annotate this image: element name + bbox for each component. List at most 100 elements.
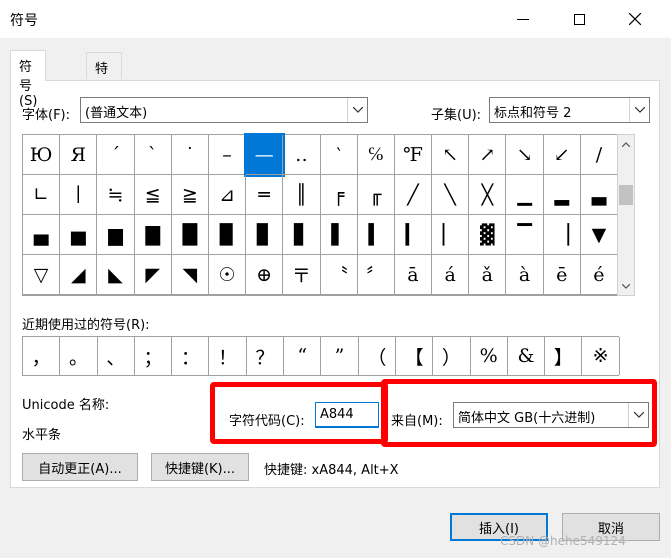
recent-symbol-cell[interactable]: ”: [321, 337, 359, 375]
symbol-cell[interactable]: ˊ: [97, 135, 135, 175]
symbol-cell[interactable]: ▆: [97, 215, 135, 255]
minimize-icon: [517, 18, 529, 20]
symbol-cell[interactable]: ◤: [134, 255, 172, 295]
symbol-cell[interactable]: Я: [60, 135, 98, 175]
symbol-cell[interactable]: ∣: [60, 175, 98, 215]
tab-symbols[interactable]: 符号(S): [10, 50, 47, 109]
symbol-cell[interactable]: ▂: [543, 175, 581, 215]
recent-symbol-cell[interactable]: ！: [209, 337, 247, 375]
symbol-cell[interactable]: ∕: [580, 135, 618, 175]
title-bar: 符号: [0, 0, 671, 38]
symbol-cell[interactable]: █: [171, 215, 209, 255]
symbol-cell[interactable]: ≒: [97, 175, 135, 215]
symbol-cell[interactable]: –: [208, 135, 247, 175]
symbol-cell[interactable]: 〞: [357, 255, 395, 295]
recent-symbol-cell[interactable]: ；: [135, 337, 173, 375]
symbol-cell[interactable]: ▃: [580, 175, 618, 215]
shortcut-key-button[interactable]: 快捷键(K)...: [151, 453, 249, 481]
symbol-cell[interactable]: ↙: [543, 135, 581, 175]
symbol-cell[interactable]: ▎: [394, 215, 433, 255]
symbol-cell[interactable]: ▔: [506, 215, 544, 255]
close-button[interactable]: [612, 4, 658, 34]
symbol-cell[interactable]: ▍: [357, 215, 395, 255]
symbol-cell[interactable]: ▏: [432, 215, 470, 255]
recent-symbol-cell[interactable]: ，: [23, 337, 61, 375]
symbol-cell[interactable]: ˙: [171, 135, 209, 175]
font-select-value: (普通文本): [85, 106, 148, 121]
symbol-cell[interactable]: ╳: [469, 175, 507, 215]
subset-select[interactable]: 标点和符号 2: [489, 97, 650, 123]
symbol-cell[interactable]: ǎ: [469, 255, 507, 295]
symbol-cell[interactable]: ˋ: [134, 135, 172, 175]
symbol-cell[interactable]: ↘: [506, 135, 544, 175]
recent-symbol-cell[interactable]: 【: [396, 337, 434, 375]
symbol-cell[interactable]: —: [244, 133, 286, 177]
minimize-button[interactable]: [500, 4, 546, 34]
char-code-input[interactable]: A844: [315, 402, 379, 428]
symbol-cell[interactable]: ▋: [283, 215, 321, 255]
symbol-cell[interactable]: ↗: [469, 135, 507, 175]
maximize-button[interactable]: [556, 4, 602, 34]
symbol-cell[interactable]: á: [432, 255, 470, 295]
symbol-cell[interactable]: 〒: [283, 255, 321, 295]
recent-symbol-cell[interactable]: （: [359, 337, 396, 375]
symbol-cell[interactable]: ▽: [23, 255, 61, 295]
symbol-cell[interactable]: ⊿: [208, 175, 247, 215]
scrollbar-thumb[interactable]: [619, 185, 633, 205]
symbol-cell[interactable]: Ю: [23, 135, 61, 175]
symbol-cell[interactable]: ╓: [357, 175, 395, 215]
symbol-cell[interactable]: ▇: [134, 215, 172, 255]
recent-symbol-cell[interactable]: ？: [247, 337, 285, 375]
symbol-cell[interactable]: ≦: [134, 175, 172, 215]
chevron-down-icon[interactable]: [618, 277, 634, 295]
symbol-cell[interactable]: ℉: [394, 135, 433, 175]
recent-symbol-cell[interactable]: “: [284, 337, 322, 375]
symbol-cell[interactable]: ╲: [432, 175, 470, 215]
symbol-cell[interactable]: ╱: [394, 175, 433, 215]
symbol-cell[interactable]: ē: [543, 255, 581, 295]
recent-symbol-cell[interactable]: ※: [582, 337, 620, 375]
symbol-cell[interactable]: ╒: [320, 175, 358, 215]
recent-symbol-cell[interactable]: %: [471, 337, 508, 375]
symbol-cell[interactable]: ║: [283, 175, 321, 215]
recent-symbol-cell[interactable]: &: [508, 337, 546, 375]
symbol-cell[interactable]: ◣: [97, 255, 135, 295]
symbol-cell[interactable]: ▊: [246, 215, 284, 255]
symbol-cell[interactable]: à: [506, 255, 544, 295]
recent-symbol-cell[interactable]: 。: [60, 337, 98, 375]
symbol-cell[interactable]: ▁: [506, 175, 544, 215]
symbol-cell[interactable]: ℅: [357, 135, 395, 175]
symbol-cell[interactable]: ◢: [60, 255, 98, 295]
symbol-cell[interactable]: ▼: [580, 215, 618, 255]
symbol-cell[interactable]: ⊕: [246, 255, 284, 295]
symbol-cell[interactable]: ‥: [283, 135, 321, 175]
font-select[interactable]: (普通文本): [80, 97, 368, 123]
symbol-cell[interactable]: ═: [246, 175, 284, 215]
recent-symbol-cell[interactable]: ：: [172, 337, 210, 375]
symbol-grid-scrollbar[interactable]: [617, 134, 635, 296]
subset-select-value: 标点和符号 2: [494, 106, 572, 121]
symbol-cell[interactable]: ☉: [208, 255, 247, 295]
symbol-cell[interactable]: ▉: [208, 215, 247, 255]
chevron-up-icon[interactable]: [618, 135, 634, 153]
symbol-cell[interactable]: ▅: [60, 215, 98, 255]
symbol-cell[interactable]: ▄: [23, 215, 61, 255]
symbol-grid: Ю Я ˊ ˋ ˙ – — ‥ ‵ ℅ ℉ ↖ ↗ ↘ ↙ ∕ ∟ ∣ ≒ ≦ ≧ ⊿ ═ ║ ╒ ╓ ╱ ╲ ╳ ▁ ▂ ▃ ▄ ▅ ▆ ▇ █ ▉ ▊ ▋…: [22, 133, 618, 296]
symbol-cell[interactable]: ‵: [320, 135, 358, 175]
symbol-cell[interactable]: ▕: [543, 215, 581, 255]
recent-symbol-cell[interactable]: 】: [545, 337, 583, 375]
symbol-cell[interactable]: ▌: [320, 215, 358, 255]
tab-special-characters[interactable]: 特殊字符(P): [86, 52, 122, 149]
symbol-cell[interactable]: ā: [394, 255, 433, 295]
symbol-cell[interactable]: ◥: [171, 255, 209, 295]
symbol-cell[interactable]: ∟: [23, 175, 61, 215]
symbol-cell[interactable]: 〝: [320, 255, 358, 295]
recent-symbol-cell[interactable]: 、: [98, 337, 135, 375]
recent-symbol-cell[interactable]: ）: [433, 337, 471, 375]
symbol-cell[interactable]: ≧: [171, 175, 209, 215]
symbol-cell[interactable]: ↖: [432, 135, 470, 175]
from-select[interactable]: 简体中文 GB(十六进制): [453, 402, 649, 428]
symbol-cell[interactable]: ▓: [469, 215, 507, 255]
symbol-cell[interactable]: é: [580, 255, 618, 295]
autocorrect-button[interactable]: 自动更正(A)...: [22, 453, 138, 481]
